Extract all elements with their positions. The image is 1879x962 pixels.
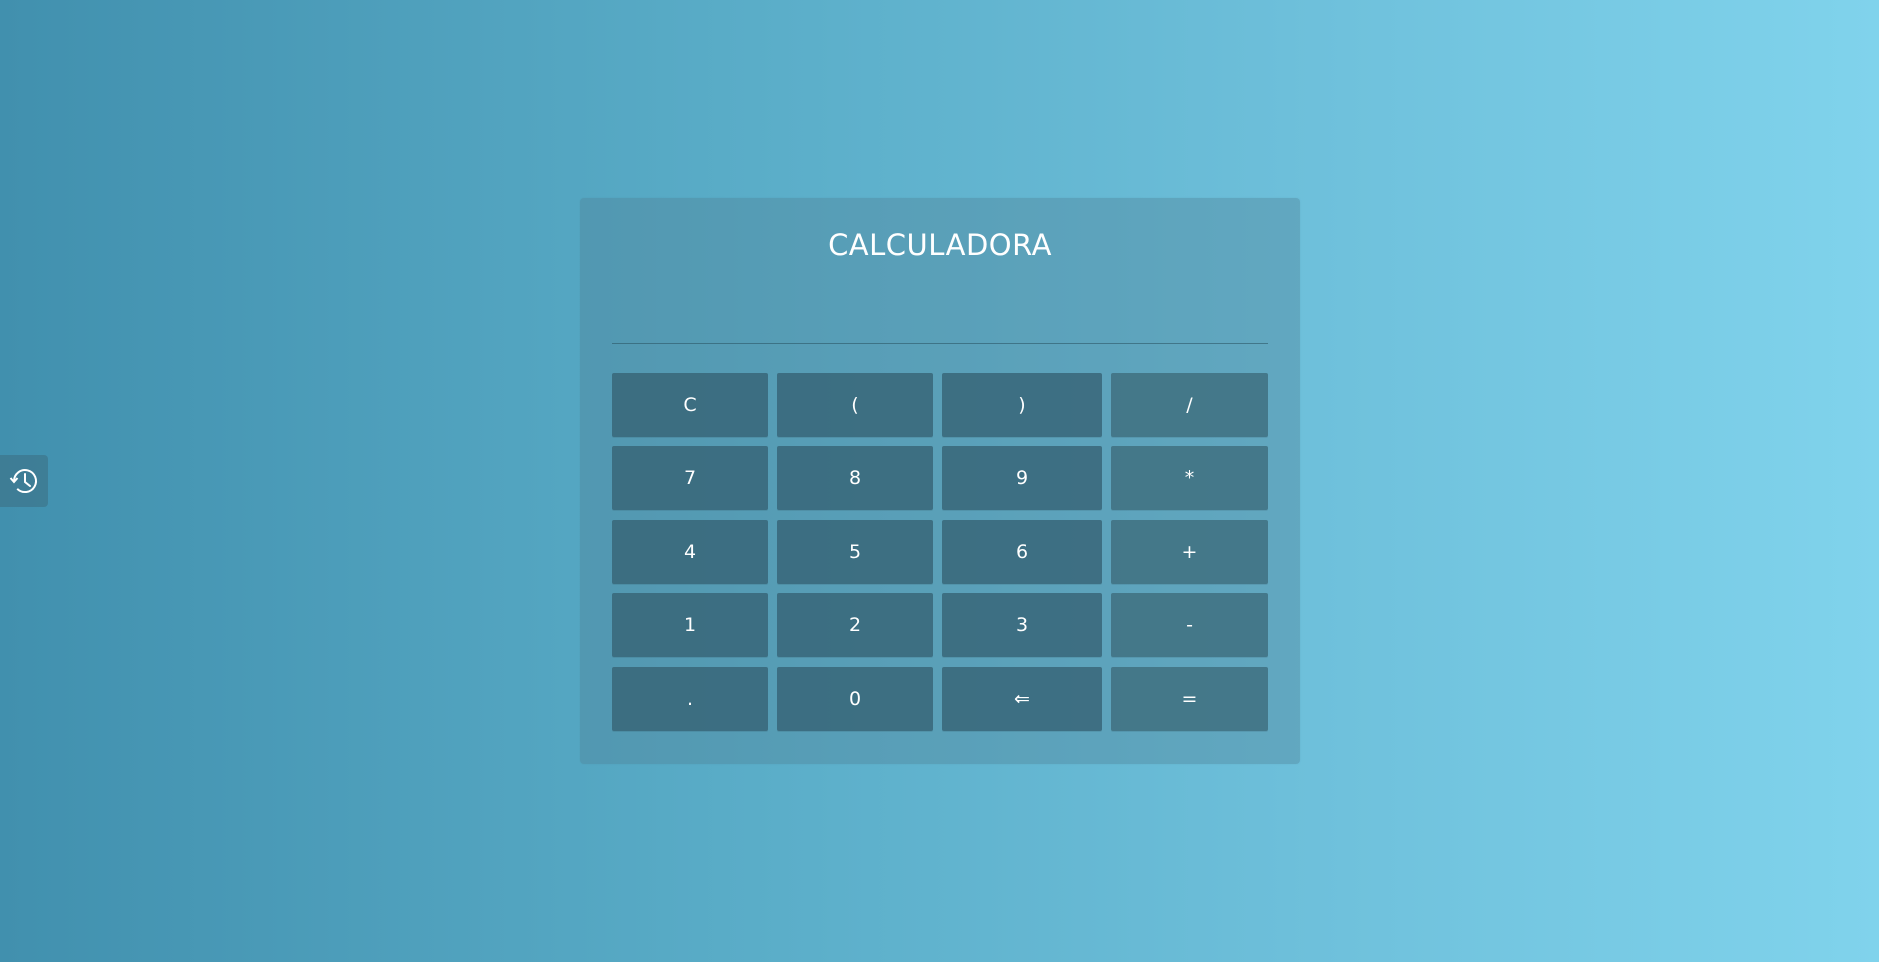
seven-button[interactable]: 7 xyxy=(612,446,768,510)
multiply-button[interactable]: * xyxy=(1111,446,1268,510)
equals-button[interactable]: = xyxy=(1111,667,1268,731)
two-button[interactable]: 2 xyxy=(777,593,933,657)
open-paren-button[interactable]: ( xyxy=(777,373,933,437)
four-button[interactable]: 4 xyxy=(612,520,768,584)
eight-button[interactable]: 8 xyxy=(777,446,933,510)
three-button[interactable]: 3 xyxy=(942,593,1102,657)
backspace-button[interactable]: ⇐ xyxy=(942,667,1102,731)
zero-button[interactable]: 0 xyxy=(777,667,933,731)
clear-button[interactable]: C xyxy=(612,373,768,437)
calculator-title: CALCULADORA xyxy=(828,228,1052,262)
one-button[interactable]: 1 xyxy=(612,593,768,657)
history-icon xyxy=(7,464,41,498)
nine-button[interactable]: 9 xyxy=(942,446,1102,510)
six-button[interactable]: 6 xyxy=(942,520,1102,584)
add-button[interactable]: + xyxy=(1111,520,1268,584)
calculator-display xyxy=(612,278,1268,342)
history-button[interactable] xyxy=(0,455,48,507)
close-paren-button[interactable]: ) xyxy=(942,373,1102,437)
calculator-panel: CALCULADORA C ( ) / 7 8 9 * 4 5 6 + 1 2 … xyxy=(580,198,1300,764)
display-divider xyxy=(612,343,1268,344)
five-button[interactable]: 5 xyxy=(777,520,933,584)
divide-button[interactable]: / xyxy=(1111,373,1268,437)
subtract-button[interactable]: - xyxy=(1111,593,1268,657)
decimal-button[interactable]: . xyxy=(612,667,768,731)
